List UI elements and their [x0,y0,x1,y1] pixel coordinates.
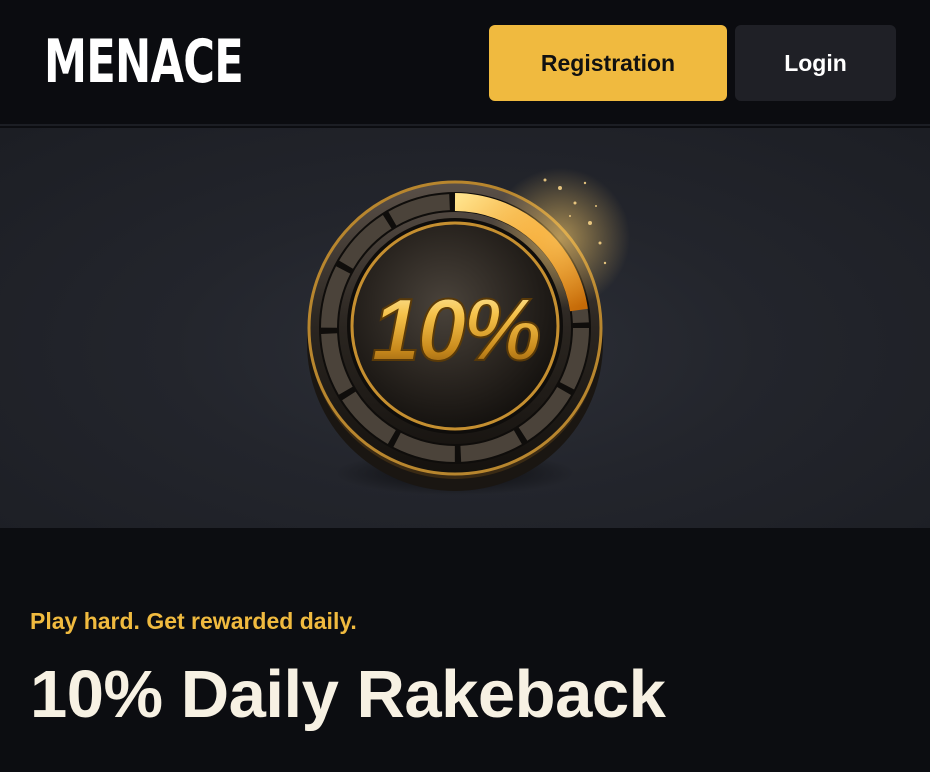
menace-logo[interactable]: MENACE [44,26,244,98]
hero-banner: 10% [0,128,930,528]
login-button[interactable]: Login [735,25,896,101]
rakeback-coin-icon: 10% [307,168,630,495]
registration-button[interactable]: Registration [489,25,727,101]
site-header: MENACE Registration Login [0,0,930,126]
coin-percentage-label: 10% [371,280,539,379]
promo-section: Play hard. Get rewarded daily. 10% Daily… [0,528,930,772]
promo-tagline: Play hard. Get rewarded daily. [30,608,357,634]
promo-title: 10% Daily Rakeback [30,657,666,732]
